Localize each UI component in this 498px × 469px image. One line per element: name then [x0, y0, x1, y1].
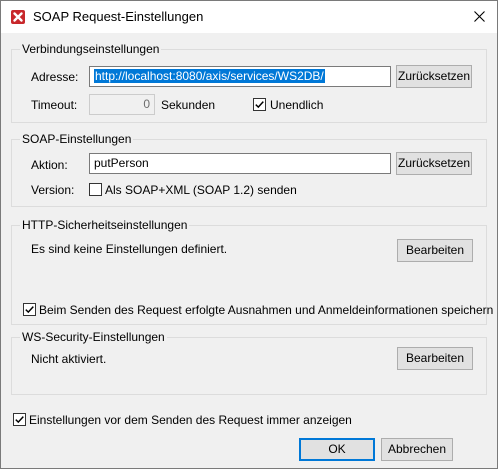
- window-title: SOAP Request-Einstellungen: [33, 9, 204, 24]
- ws-security-status: Nicht aktiviert.: [31, 352, 107, 366]
- cancel-button[interactable]: Abbrechen: [381, 438, 453, 461]
- http-security-status: Es sind keine Einstellungen definiert.: [31, 242, 228, 256]
- soap12-label: Als SOAP+XML (SOAP 1.2) senden: [105, 183, 297, 197]
- address-label: Adresse:: [31, 70, 79, 84]
- address-reset-button[interactable]: Zurücksetzen: [396, 65, 472, 88]
- checkmark-icon: [25, 306, 34, 314]
- checkmark-icon: [15, 416, 24, 424]
- action-reset-button[interactable]: Zurücksetzen: [396, 152, 472, 175]
- timeout-field[interactable]: 0: [89, 94, 155, 115]
- address-field[interactable]: http://localhost:8080/axis/services/WS2D…: [89, 66, 391, 87]
- close-button[interactable]: [461, 1, 497, 31]
- ws-security-edit-button[interactable]: Bearbeiten: [397, 347, 473, 370]
- altova-x-icon: [11, 10, 25, 24]
- connection-settings-label: Verbindungseinstellungen: [20, 42, 162, 56]
- save-credentials-checkbox[interactable]: [23, 303, 36, 316]
- unlimited-label: Unendlich: [270, 98, 324, 112]
- ws-security-label: WS-Security-Einstellungen: [20, 330, 167, 344]
- action-label: Aktion:: [31, 158, 68, 172]
- save-credentials-label: Beim Senden des Request erfolgte Ausnahm…: [39, 303, 494, 317]
- always-show-label: Einstellungen vor dem Senden des Request…: [29, 413, 352, 427]
- close-icon: [473, 10, 485, 22]
- soap-settings-label: SOAP-Einstellungen: [20, 132, 134, 146]
- soap12-checkbox[interactable]: [89, 183, 102, 196]
- action-field[interactable]: putPerson: [89, 153, 391, 174]
- version-label: Version:: [31, 183, 75, 197]
- address-value: http://localhost:8080/axis/services/WS2D…: [94, 69, 325, 83]
- http-security-edit-button[interactable]: Bearbeiten: [397, 239, 473, 262]
- seconds-label: Sekunden: [161, 98, 216, 112]
- always-show-checkbox[interactable]: [13, 413, 26, 426]
- timeout-label: Timeout:: [31, 98, 78, 112]
- title-bar: SOAP Request-Einstellungen: [1, 1, 497, 33]
- unlimited-checkbox[interactable]: [253, 98, 266, 111]
- ok-button[interactable]: OK: [299, 438, 375, 461]
- checkmark-icon: [255, 101, 264, 109]
- http-security-label: HTTP-Sicherheitseinstellungen: [20, 218, 190, 232]
- soap-request-settings-dialog: SOAP Request-Einstellungen Verbindungsei…: [0, 0, 498, 469]
